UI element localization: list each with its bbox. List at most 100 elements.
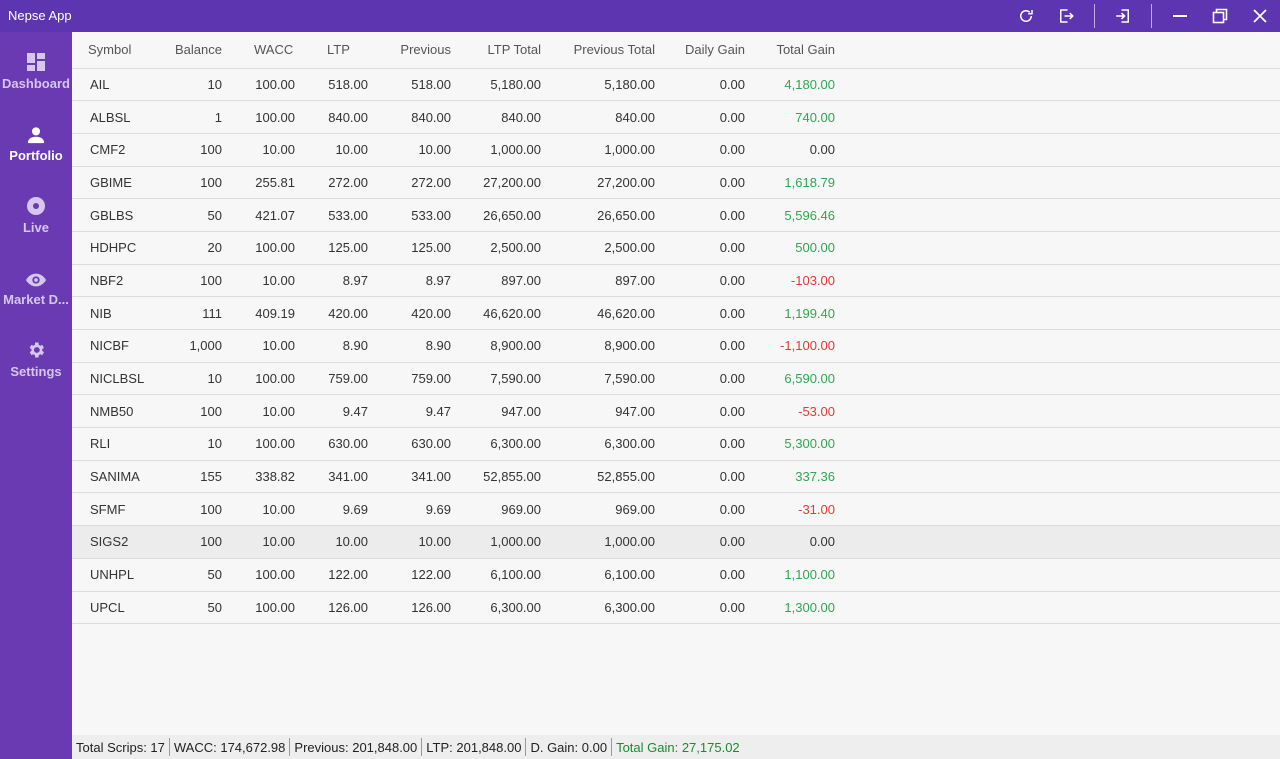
minimize-icon[interactable]	[1165, 0, 1195, 32]
cell-previous-total: 7,590.00	[541, 362, 655, 396]
login-icon[interactable]	[1108, 0, 1138, 32]
table-row[interactable]: NBF2 100 10.00 8.97 8.97 897.00 897.00 0.00 -103…	[72, 264, 1280, 298]
cell-ltp: 122.00	[295, 558, 368, 592]
cell-filler	[835, 133, 1280, 167]
table-row[interactable]: GBIME 100 255.81 272.00 272.00 27,200.00 27,20…	[72, 166, 1280, 200]
column-header-balance[interactable]: Balance	[154, 32, 222, 69]
cell-ltp: 272.00	[295, 166, 368, 200]
table-row[interactable]: RLI 10 100.00 630.00 630.00 6,300.00 6,300.00 0…	[72, 427, 1280, 461]
column-header-previous[interactable]: Previous	[368, 32, 451, 69]
table-row[interactable]: CMF2 100 10.00 10.00 10.00 1,000.00 1,000.00 0.…	[72, 133, 1280, 167]
cell-ltp: 630.00	[295, 427, 368, 461]
cell-total-gain: 1,618.79	[745, 166, 835, 200]
cell-previous-total: 2,500.00	[541, 231, 655, 265]
table-row[interactable]: GBLBS 50 421.07 533.00 533.00 26,650.00 26,650…	[72, 198, 1280, 232]
cell-filler	[835, 296, 1280, 330]
table-row[interactable]: UPCL 50 100.00 126.00 126.00 6,300.00 6,300.00…	[72, 591, 1280, 625]
cell-ltp-total: 897.00	[451, 264, 541, 298]
cell-balance: 10	[154, 362, 222, 396]
column-header-daily-gain[interactable]: Daily Gain	[655, 32, 745, 69]
cell-daily-gain: 0.00	[655, 231, 745, 265]
table-row[interactable]: NIB 111 409.19 420.00 420.00 46,620.00 46,620.…	[72, 296, 1280, 330]
nav-item-settings[interactable]: Settings	[0, 324, 72, 396]
cell-symbol: NMB50	[72, 394, 154, 429]
cell-previous: 126.00	[368, 591, 451, 625]
cell-symbol: RLI	[72, 427, 154, 461]
table-row[interactable]: HDHPC 20 100.00 125.00 125.00 2,500.00 2,500.0…	[72, 231, 1280, 265]
nav-item-market-depth[interactable]: Market D...	[0, 252, 72, 324]
cell-daily-gain: 0.00	[655, 198, 745, 232]
cell-ltp-total: 8,900.00	[451, 329, 541, 363]
live-icon	[26, 194, 46, 216]
table-row[interactable]: UNHPL 50 100.00 122.00 122.00 6,100.00 6,100.0…	[72, 558, 1280, 592]
column-header-ltp-total[interactable]: LTP Total	[451, 32, 541, 69]
cell-total-gain: 4,180.00	[745, 68, 835, 102]
cell-previous: 10.00	[368, 133, 451, 167]
cell-ltp: 9.47	[295, 394, 368, 429]
column-header-ltp[interactable]: LTP	[295, 32, 368, 69]
column-header-symbol[interactable]: Symbol	[72, 32, 154, 69]
table-row[interactable]: ALBSL 1 100.00 840.00 840.00 840.00 840.00 0.00…	[72, 100, 1280, 134]
cell-total-gain: -1,100.00	[745, 329, 835, 363]
cell-total-gain: 337.36	[745, 460, 835, 494]
dashboard-icon	[26, 50, 46, 72]
portfolio-panel: Symbol Balance WACC LTP Previous LTP Tot…	[72, 32, 1280, 735]
cell-wacc: 100.00	[222, 427, 295, 461]
cell-previous-total: 46,620.00	[541, 296, 655, 330]
logout-icon[interactable]	[1051, 0, 1081, 32]
status-total-gain: Total Gain: 27,175.02	[616, 739, 740, 755]
cell-symbol: ALBSL	[72, 100, 154, 134]
cell-total-gain: 0.00	[745, 525, 835, 559]
cell-previous-total: 6,300.00	[541, 591, 655, 625]
cell-ltp: 759.00	[295, 362, 368, 396]
cell-ltp: 8.90	[295, 329, 368, 363]
cell-ltp-total: 27,200.00	[451, 166, 541, 200]
cell-filler	[835, 558, 1280, 592]
cell-daily-gain: 0.00	[655, 492, 745, 527]
cell-balance: 100	[154, 492, 222, 527]
nav-item-dashboard[interactable]: Dashboard	[0, 36, 72, 108]
table-row[interactable]: SANIMA 155 338.82 341.00 341.00 52,855.00 52,8…	[72, 460, 1280, 494]
table-row[interactable]: SFMF 100 10.00 9.69 9.69 969.00 969.00 0.00 -31.…	[72, 492, 1280, 527]
person-icon	[27, 122, 45, 144]
cell-symbol: UPCL	[72, 591, 154, 625]
cell-wacc: 100.00	[222, 362, 295, 396]
cell-previous: 518.00	[368, 68, 451, 102]
column-header-total-gain[interactable]: Total Gain	[745, 32, 835, 69]
cell-balance: 155	[154, 460, 222, 494]
table-row[interactable]: SIGS2 100 10.00 10.00 10.00 1,000.00 1,000.00 0…	[72, 525, 1280, 559]
status-ltp: LTP: 201,848.00	[426, 739, 522, 755]
table-row[interactable]: AIL 10 100.00 518.00 518.00 5,180.00 5,180.00 0…	[72, 68, 1280, 102]
table-row[interactable]: NMB50 100 10.00 9.47 9.47 947.00 947.00 0.00 -53…	[72, 394, 1280, 429]
cell-filler	[835, 264, 1280, 298]
title-bar: Nepse App	[0, 0, 1280, 32]
cell-wacc: 10.00	[222, 492, 295, 527]
cell-balance: 50	[154, 558, 222, 592]
cell-daily-gain: 0.00	[655, 264, 745, 298]
cell-total-gain: 1,199.40	[745, 296, 835, 330]
nav-label: Dashboard	[2, 76, 70, 91]
table-row[interactable]: NICBF 1,000 10.00 8.90 8.90 8,900.00 8,900.00 0…	[72, 329, 1280, 363]
refresh-icon[interactable]	[1011, 0, 1041, 32]
cell-symbol: SANIMA	[72, 460, 154, 494]
close-icon[interactable]	[1245, 0, 1275, 32]
cell-filler	[835, 198, 1280, 232]
cell-wacc: 421.07	[222, 198, 295, 232]
cell-symbol: NBF2	[72, 264, 154, 298]
cell-ltp: 341.00	[295, 460, 368, 494]
nav-item-portfolio[interactable]: Portfolio	[0, 108, 72, 180]
table-header-row: Symbol Balance WACC LTP Previous LTP Tot…	[72, 32, 1280, 69]
cell-ltp: 518.00	[295, 68, 368, 102]
cell-total-gain: 5,596.46	[745, 198, 835, 232]
cell-previous: 9.47	[368, 394, 451, 429]
column-header-previous-total[interactable]: Previous Total	[541, 32, 655, 69]
cell-previous: 9.69	[368, 492, 451, 527]
nav-item-live[interactable]: Live	[0, 180, 72, 252]
app-title: Nepse App	[8, 8, 72, 23]
cell-daily-gain: 0.00	[655, 329, 745, 363]
column-header-wacc[interactable]: WACC	[222, 32, 295, 69]
cell-filler	[835, 525, 1280, 559]
table-row[interactable]: NICLBSL 10 100.00 759.00 759.00 7,590.00 7,590…	[72, 362, 1280, 396]
cell-previous: 8.97	[368, 264, 451, 298]
restore-icon[interactable]	[1205, 0, 1235, 32]
